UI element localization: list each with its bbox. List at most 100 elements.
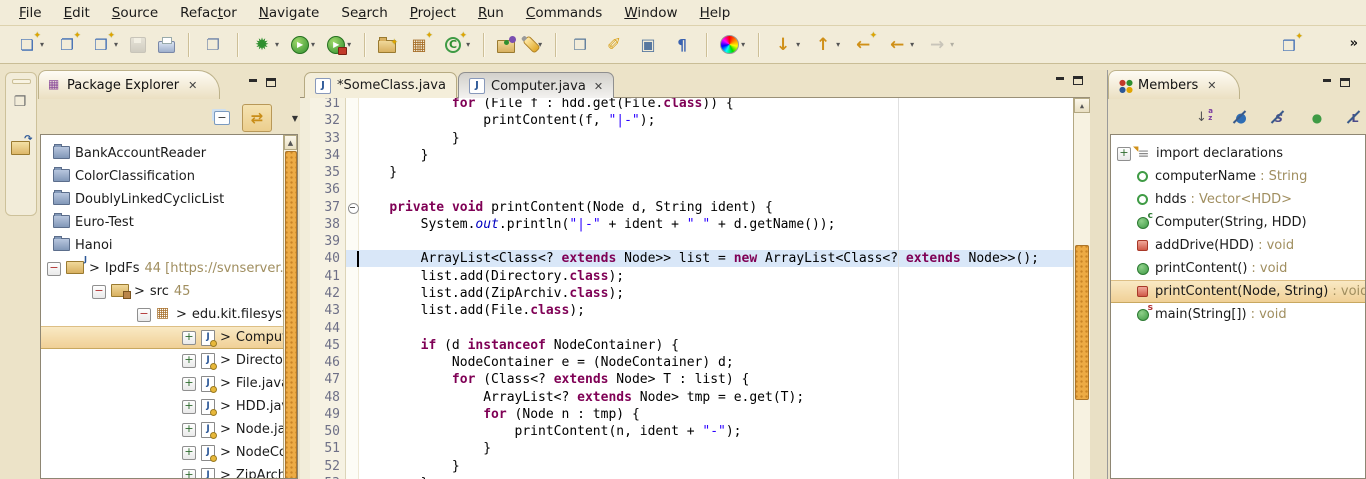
code-line[interactable]: } <box>358 130 460 147</box>
hide-static-button[interactable] <box>1264 104 1294 132</box>
restore-view-button[interactable] <box>9 91 31 113</box>
sort-button[interactable] <box>1192 106 1218 130</box>
menu-file[interactable]: File <box>8 2 53 24</box>
expand-expander-icon[interactable]: + <box>182 446 196 460</box>
run-button[interactable]: ▾ <box>287 33 319 57</box>
code-line[interactable]: printContent(n, ident + "-"); <box>358 423 742 440</box>
link-with-editor-button[interactable] <box>242 104 272 132</box>
color-palette-button[interactable]: ▾ <box>716 32 749 57</box>
back-button[interactable]: ▾ <box>882 31 918 59</box>
code-line[interactable]: list.add(ZipArchiv.class); <box>358 285 624 302</box>
expand-expander-icon[interactable]: + <box>182 377 196 391</box>
code-line[interactable]: } <box>358 440 491 457</box>
code-line[interactable]: ArrayList<Class<? extends Node>> list = … <box>358 250 1039 267</box>
code-line[interactable]: if (d instanceof NodeContainer) { <box>358 337 679 354</box>
tab-close-icon[interactable]: ✕ <box>594 80 603 93</box>
next-annotation-dropdown-icon[interactable]: ▾ <box>796 40 800 49</box>
tree-item-bankaccountreader[interactable]: BankAccountReader <box>47 142 206 165</box>
menu-navigate[interactable]: Navigate <box>248 2 331 24</box>
menu-edit[interactable]: Edit <box>53 2 101 24</box>
maximize-icon[interactable] <box>1073 76 1083 85</box>
member-item-import-declarations[interactable]: +import declarations <box>1117 142 1283 165</box>
code-line[interactable]: list.add(File.class); <box>358 302 585 319</box>
package-explorer-close-icon[interactable]: ✕ <box>188 79 197 92</box>
code-line[interactable]: for (Class<? extends Node> T : list) { <box>358 371 749 388</box>
debug-button[interactable]: ▾ <box>247 31 283 59</box>
tree-item-file-java[interactable]: +>File.java59 <box>182 372 283 395</box>
expand-expander-icon[interactable]: + <box>182 400 196 414</box>
expand-expander-icon[interactable]: + <box>182 423 196 437</box>
maximize-icon[interactable] <box>266 78 276 87</box>
mark-occurrences-button[interactable] <box>599 31 629 59</box>
minimize-icon[interactable] <box>1055 76 1066 85</box>
previous-annotation-dropdown-icon[interactable]: ▾ <box>836 40 840 49</box>
debug-dropdown-icon[interactable]: ▾ <box>275 40 279 49</box>
member-item-printcontent-node-string-[interactable]: printContent(Node, String): void <box>1135 280 1365 303</box>
menu-commands[interactable]: Commands <box>515 2 613 24</box>
code-line[interactable]: System.out.println("|-" + ident + " " + … <box>358 216 835 233</box>
expand-expander-icon[interactable]: + <box>182 469 196 479</box>
menu-source[interactable]: Source <box>101 2 169 24</box>
code-line[interactable]: for (Node n : tmp) { <box>358 406 640 423</box>
member-item-main-string-[interactable]: smain(String[]): void <box>1135 303 1287 326</box>
minimize-icon[interactable] <box>248 78 259 87</box>
menu-window[interactable]: Window <box>613 2 688 24</box>
new-java-project-button[interactable]: ✦ <box>374 33 400 56</box>
tree-item-directory-java[interactable]: +>Directory.java59 <box>182 349 283 372</box>
minimize-icon[interactable] <box>1322 78 1333 87</box>
expand-expander-icon[interactable]: + <box>182 354 196 368</box>
member-item-hdds[interactable]: hdds: Vector<HDD> <box>1135 188 1292 211</box>
members-list[interactable]: +import declarationscomputerName: String… <box>1110 134 1366 479</box>
scrollbar-thumb[interactable] <box>285 151 297 479</box>
code-line[interactable]: list.add(Directory.class); <box>358 268 624 285</box>
tree-item-hanoi[interactable]: Hanoi <box>47 234 113 257</box>
tree-item-node-java[interactable]: +>Node.java59 <box>182 418 283 441</box>
code-line[interactable]: NodeContainer e = (NodeContainer) d; <box>358 354 734 371</box>
editor-members-sash[interactable] <box>1090 70 1108 479</box>
new-java-class-dropdown-icon[interactable]: ▾ <box>466 40 470 49</box>
scroll-up-icon[interactable]: ▲ <box>1074 98 1090 113</box>
new-wizard-button[interactable]: ✦▾ <box>12 31 48 59</box>
code-line[interactable]: } <box>358 147 428 164</box>
member-item-printcontent-[interactable]: printContent(): void <box>1135 257 1287 280</box>
menu-help[interactable]: Help <box>689 2 742 24</box>
collapse-expander-icon[interactable]: − <box>137 308 151 322</box>
code-line[interactable]: for (File f : hdd.get(File.class)) { <box>358 98 734 112</box>
code-line[interactable]: } <box>358 164 397 181</box>
run-external-tools-button[interactable]: ▾ <box>323 33 355 57</box>
new-java-class-button[interactable]: ✦▾ <box>438 31 474 59</box>
run-dropdown-icon[interactable]: ▾ <box>311 40 315 49</box>
open-perspective-button[interactable] <box>9 135 31 157</box>
fast-view-handle[interactable] <box>12 79 31 84</box>
collapse-expander-icon[interactable]: − <box>47 262 61 276</box>
member-item-computer-string-hdd-[interactable]: cComputer(String, HDD) <box>1135 211 1307 234</box>
new-wizard-dropdown-icon[interactable]: ▾ <box>40 40 44 49</box>
new-view-button[interactable]: ✦▾ <box>86 31 122 59</box>
scroll-up-icon[interactable]: ▲ <box>284 135 297 150</box>
color-palette-dropdown-icon[interactable]: ▾ <box>741 40 745 49</box>
tree-item-edu-kit-filesystem[interactable]: −>edu.kit.filesystem <box>137 303 283 326</box>
tree-item-nodecontainer-java[interactable]: +>NodeContainer.java59 <box>182 441 283 464</box>
editor-scrollbar[interactable]: ▲ <box>1073 98 1090 479</box>
code-line[interactable]: printContent(f, "|-"); <box>358 112 655 129</box>
tree-item-euro-test[interactable]: Euro-Test <box>47 211 134 234</box>
next-annotation-button[interactable]: ▾ <box>768 31 804 59</box>
tree-item-src[interactable]: −>src45 <box>92 280 190 303</box>
open-type-button[interactable] <box>493 33 519 56</box>
show-whitespace-button[interactable] <box>667 31 697 59</box>
new-window-button[interactable]: ✦ <box>52 31 82 59</box>
member-item-computername[interactable]: computerName: String <box>1135 165 1307 188</box>
expand-expander-icon[interactable]: + <box>182 331 196 345</box>
expand-expander-icon[interactable]: + <box>1117 147 1131 161</box>
open-file-button[interactable] <box>198 31 228 59</box>
last-edit-location-button[interactable]: ✦ <box>848 31 878 59</box>
tree-item-doublylinkedcycliclist[interactable]: DoublyLinkedCyclicList <box>47 188 224 211</box>
code-editor[interactable]: 31 for (File f : hdd.get(File.class)) {3… <box>300 98 1090 479</box>
code-line[interactable]: } <box>358 458 460 475</box>
back-dropdown-icon[interactable]: ▾ <box>910 40 914 49</box>
code-line[interactable]: } <box>358 475 428 479</box>
editor-tab-computer-java[interactable]: Computer.java✕ <box>458 72 614 99</box>
tree-item-computer-java[interactable]: +>Computer.java59 <box>182 326 283 349</box>
editor-tab--someclass-java[interactable]: *SomeClass.java <box>304 72 457 98</box>
tree-item-colorclassification[interactable]: ColorClassification <box>47 165 195 188</box>
